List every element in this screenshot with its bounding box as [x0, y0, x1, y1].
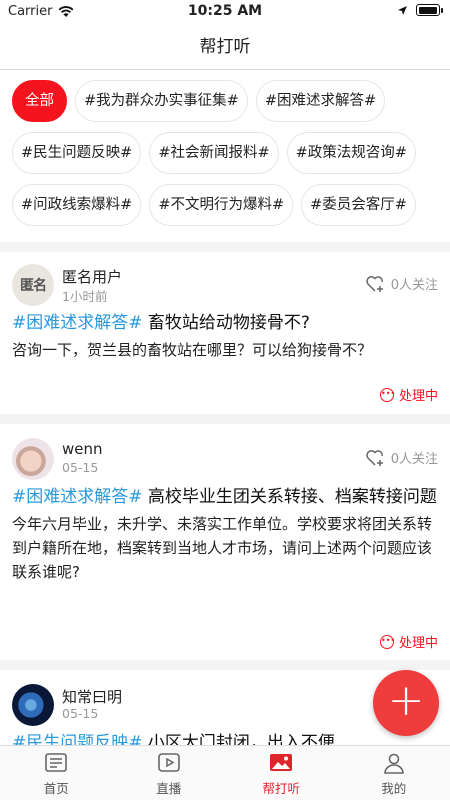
- tag-row: #问政线索爆料# #不文明行为爆料# #委员会客厅#: [12, 184, 438, 226]
- post-title-text: 小区大门封闭，出入不便: [142, 733, 335, 745]
- page-title: 帮打听: [199, 37, 251, 57]
- username: wenn: [62, 440, 103, 458]
- status-badge: ••• 处理中: [379, 632, 438, 651]
- post-title[interactable]: #困难述求解答# 畜牧站给动物接骨不?: [12, 310, 438, 336]
- avatar: 匿名: [12, 264, 54, 306]
- status-label: 处理中: [398, 636, 438, 651]
- username: 匿名用户: [62, 268, 123, 286]
- heart-plus-icon: [366, 449, 383, 466]
- tab-live[interactable]: 直播: [113, 746, 226, 800]
- post-hashtag[interactable]: #民生问题反映#: [12, 733, 143, 745]
- tag-item[interactable]: #民生问题反映#: [12, 132, 142, 174]
- tag-row: #民生问题反映# #社会新闻报料# #政策法规咨询#: [12, 132, 438, 174]
- section-divider: [0, 242, 450, 252]
- post-time: 05-15: [62, 706, 99, 721]
- location-arrow-icon: [398, 5, 407, 15]
- add-post-button[interactable]: +: [373, 670, 439, 736]
- avatar: [12, 438, 54, 480]
- follow-count: 0人关注: [390, 452, 438, 467]
- post-hashtag[interactable]: #困难述求解答#: [12, 313, 143, 333]
- tag-all[interactable]: 全部: [12, 80, 67, 122]
- tab-label: 帮打听: [262, 781, 300, 796]
- clock: 10:25 AM: [187, 3, 263, 19]
- tab-bar: 首页 直播 帮打听 我的: [0, 745, 450, 800]
- post-title[interactable]: #民生问题反映# 小区大门封闭，出入不便: [12, 730, 438, 745]
- navigation-bar: 帮打听: [0, 24, 450, 70]
- post-card[interactable]: 匿名 匿名用户 1小时前 0人关注 #困难述求解答# 畜牧站给动物接骨不? 咨询…: [0, 264, 450, 414]
- play-icon: [157, 753, 180, 772]
- tab-label: 首页: [43, 781, 69, 796]
- follow-count: 0人关注: [390, 278, 438, 293]
- avatar: [12, 684, 54, 726]
- tag-item[interactable]: #不文明行为爆料#: [149, 184, 294, 226]
- post-body: 咨询一下，贺兰县的畜牧站在哪里？可以给狗接骨不？: [12, 341, 373, 359]
- tab-home[interactable]: 首页: [0, 746, 113, 800]
- post-card[interactable]: wenn 05-15 0人关注 #困难述求解答# 高校毕业生团关系转接、档案转接…: [0, 438, 450, 660]
- battery-icon: [416, 4, 443, 16]
- status-bar: Carrier 10:25 AM: [0, 0, 450, 24]
- post-title[interactable]: #困难述求解答# 高校毕业生团关系转接、档案转接问题: [12, 484, 438, 510]
- follow-button[interactable]: 0人关注: [365, 274, 438, 293]
- status-label: 处理中: [398, 389, 438, 404]
- image-icon: [270, 754, 293, 771]
- tag-item[interactable]: #委员会客厅#: [301, 184, 416, 226]
- post-body: 今年六月毕业，未升学、未落实工作单位。学校要求将团关系转到户籍所在地，档案转到当…: [12, 515, 433, 581]
- tab-label: 直播: [156, 781, 182, 796]
- section-divider: [0, 660, 450, 670]
- tab-mine[interactable]: 我的: [338, 746, 450, 800]
- plus-icon: +: [387, 675, 425, 726]
- tag-item[interactable]: #政策法规咨询#: [286, 132, 416, 174]
- section-divider: [0, 414, 450, 424]
- tag-item[interactable]: #问政线索爆料#: [12, 184, 142, 226]
- tag-item[interactable]: #困难述求解答#: [255, 80, 386, 122]
- post-time: 1小时前: [62, 289, 108, 304]
- follow-button[interactable]: 0人关注: [365, 448, 438, 467]
- news-icon: [45, 753, 68, 772]
- post-hashtag[interactable]: #困难述求解答#: [12, 487, 143, 507]
- ellipsis-circle-icon: •••: [379, 387, 395, 402]
- post-title-text: 畜牧站给动物接骨不?: [142, 313, 310, 333]
- post-title-text: 高校毕业生团关系转接、档案转接问题: [142, 487, 437, 507]
- status-badge: ••• 处理中: [379, 385, 438, 404]
- username: 知常曰明: [62, 688, 123, 706]
- tag-item[interactable]: #我为群众办实事征集#: [75, 80, 248, 122]
- heart-plus-icon: [366, 275, 383, 292]
- person-icon: [383, 753, 404, 774]
- tag-item[interactable]: #社会新闻报料#: [149, 132, 279, 174]
- tab-bangdating[interactable]: 帮打听: [225, 746, 338, 800]
- post-time: 05-15: [62, 460, 99, 475]
- tag-filter-panel: 全部 #我为群众办实事征集# #困难述求解答# #民生问题反映# #社会新闻报料…: [0, 70, 450, 242]
- tag-row: 全部 #我为群众办实事征集# #困难述求解答#: [12, 80, 438, 122]
- tab-label: 我的: [381, 781, 407, 796]
- ellipsis-circle-icon: •••: [379, 634, 395, 649]
